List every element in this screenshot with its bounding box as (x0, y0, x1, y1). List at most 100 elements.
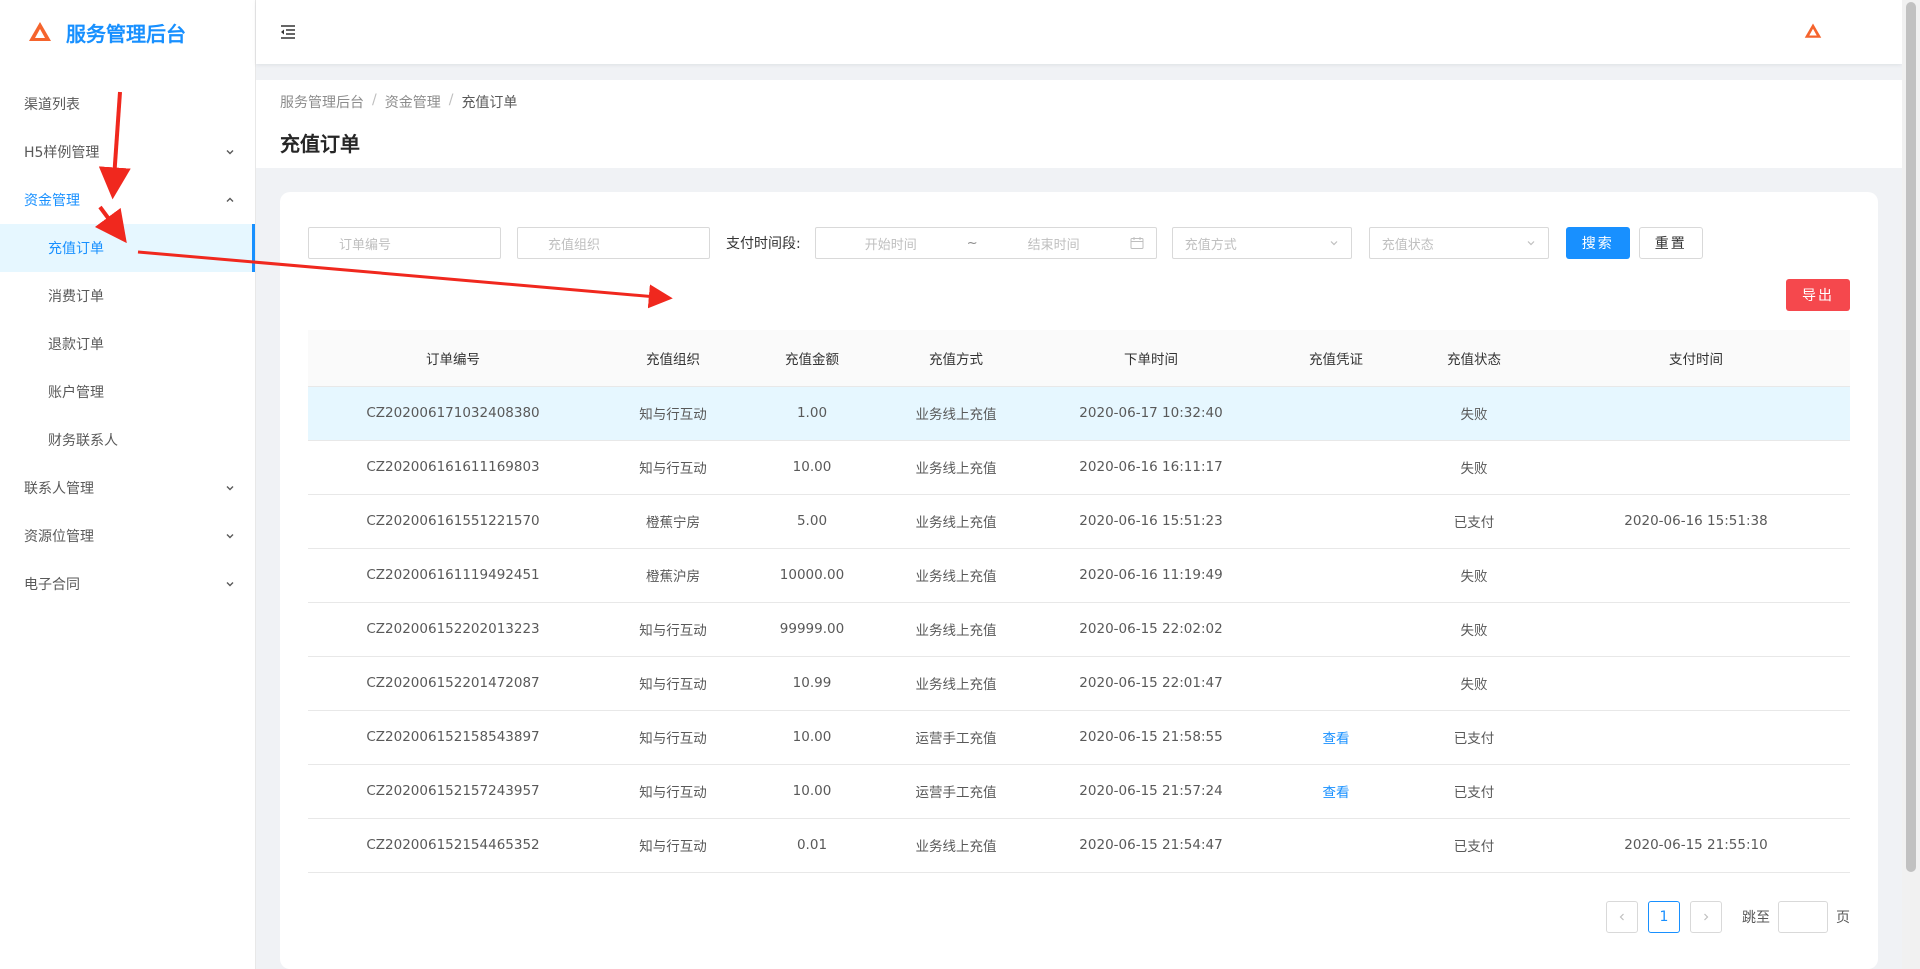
cell-order-number: CZ202006152201472087 (308, 656, 598, 711)
chevron-down-icon (1330, 241, 1338, 246)
column-header: 下单时间 (1036, 330, 1266, 387)
cell-status: 失败 (1406, 386, 1542, 441)
sidebar-item-contacts[interactable]: 联系人管理 (0, 464, 255, 512)
order-number-input[interactable]: 订单编号 (308, 227, 501, 259)
cell-amount: 10000.00 (748, 548, 876, 603)
export-button[interactable]: 导出 (1786, 279, 1850, 311)
cell-order-number: CZ202006152202013223 (308, 602, 598, 657)
pagination: 1 跳至 页 (1606, 901, 1850, 933)
cell-amount: 10.00 (748, 764, 876, 819)
recharge-status-placeholder: 充值状态 (1381, 237, 1434, 253)
column-header: 订单编号 (308, 330, 598, 387)
start-time-placeholder: 开始时间 (864, 237, 917, 253)
cell-pay-time (1542, 440, 1850, 495)
cell-pay-time (1542, 386, 1850, 441)
column-header: 充值方式 (876, 330, 1036, 387)
sidebar-item-resource-slots[interactable]: 资源位管理 (0, 512, 255, 560)
recharge-org-placeholder: 充值组织 (548, 237, 601, 253)
sidebar-item-label: 消费订单 (48, 289, 104, 305)
view-voucher-link[interactable]: 查看 (1323, 785, 1350, 801)
cell-order-time: 2020-06-15 21:58:55 (1036, 710, 1266, 765)
sidebar-item-label: 资源位管理 (24, 529, 94, 545)
breadcrumb-item-home[interactable]: 服务管理后台 (280, 92, 364, 112)
table-row[interactable]: CZ202006152201472087 知与行互动 10.99 业务线上充值 2020… (308, 656, 1850, 711)
cell-recharge-org: 知与行互动 (598, 602, 748, 657)
cell-status: 已支付 (1406, 494, 1542, 549)
sidebar-item-label: 退款订单 (48, 337, 104, 353)
sidebar-menu: 渠道列表 H5样例管理 资金管理 充值订单 消费订单 退款订单 账户管理 财务联… (0, 80, 255, 608)
table-row[interactable]: CZ202006152202013223 知与行互动 99999.00 业务线上充值 2… (308, 602, 1850, 657)
table-row[interactable]: CZ202006161119492451 橙蕉沪房 10000.00 业务线上充值 20… (308, 548, 1850, 603)
table-row[interactable]: CZ202006171032408380 知与行互动 1.00 业务线上充值 2020-… (308, 386, 1850, 441)
sidebar-item-h5-examples[interactable]: H5样例管理 (0, 128, 255, 176)
cell-pay-time (1542, 764, 1850, 819)
column-header: 充值组织 (598, 330, 748, 387)
cell-amount: 1.00 (748, 386, 876, 441)
page-header: 服务管理后台 / 资金管理 / 充值订单 充值订单 (256, 80, 1902, 168)
page-title: 充值订单 (280, 132, 360, 156)
sidebar-item-funds[interactable]: 资金管理 (0, 176, 255, 224)
chevron-down-icon (226, 534, 234, 539)
scrollbar-thumb[interactable] (1906, 2, 1916, 872)
search-button[interactable]: 搜索 (1565, 227, 1630, 259)
breadcrumb-separator: / (448, 92, 454, 108)
page-suffix-label: 页 (1836, 910, 1850, 926)
breadcrumb-separator: / (372, 92, 377, 108)
cell-order-number: CZ202006152158543897 (308, 710, 598, 765)
sidebar-item-label: 账户管理 (48, 385, 104, 401)
app-title: 服务管理后台 (66, 21, 186, 46)
recharge-org-input[interactable]: 充值组织 (517, 227, 710, 259)
menu-fold-icon[interactable] (278, 22, 298, 42)
sidebar-item-label: 充值订单 (48, 241, 104, 257)
sidebar-item-e-contracts[interactable]: 电子合同 (0, 560, 255, 608)
cell-method: 业务线上充值 (876, 602, 1036, 657)
user-logo-icon[interactable] (1804, 22, 1822, 40)
table-row[interactable]: CZ202006161611169803 知与行互动 10.00 业务线上充值 2020… (308, 440, 1850, 495)
cell-amount: 5.00 (748, 494, 876, 549)
recharge-status-select[interactable]: 充值状态 (1368, 227, 1549, 259)
breadcrumb-item-funds[interactable]: 资金管理 (385, 92, 441, 112)
sidebar-item-label: 电子合同 (24, 577, 80, 593)
table-row[interactable]: CZ202006152154465352 知与行互动 0.01 业务线上充值 2020-… (308, 818, 1850, 873)
sidebar-item-consume-orders[interactable]: 消费订单 (0, 272, 255, 320)
cell-status: 失败 (1406, 602, 1542, 657)
page-scrollbar[interactable] (1902, 0, 1920, 969)
cell-order-time: 2020-06-15 21:54:47 (1036, 818, 1266, 873)
pay-time-range-picker[interactable]: 开始时间 ~ 结束时间 (814, 227, 1157, 259)
cell-method: 业务线上充值 (876, 818, 1036, 873)
next-page-button[interactable] (1690, 901, 1722, 933)
recharge-method-placeholder: 充值方式 (1184, 237, 1237, 253)
sidebar-item-channel-list[interactable]: 渠道列表 (0, 80, 255, 128)
column-header: 充值凭证 (1266, 330, 1406, 387)
cell-recharge-org: 知与行互动 (598, 818, 748, 873)
prev-page-button[interactable] (1606, 901, 1638, 933)
cell-recharge-org: 知与行互动 (598, 656, 748, 711)
sidebar-item-finance-contacts[interactable]: 财务联系人 (0, 416, 255, 464)
cell-status: 失败 (1406, 440, 1542, 495)
view-voucher-link[interactable]: 查看 (1323, 731, 1350, 747)
table-row[interactable]: CZ202006161551221570 橙蕉宁房 5.00 业务线上充值 2020-0… (308, 494, 1850, 549)
sidebar-item-recharge-orders[interactable]: 充值订单 (0, 224, 255, 272)
chevron-up-icon (226, 197, 234, 202)
page-number-button[interactable]: 1 (1648, 901, 1680, 933)
recharge-method-select[interactable]: 充值方式 (1171, 227, 1352, 259)
cell-voucher (1266, 440, 1406, 495)
cell-pay-time (1542, 656, 1850, 711)
cell-method: 业务线上充值 (876, 548, 1036, 603)
cell-order-number: CZ202006161611169803 (308, 440, 598, 495)
chevron-down-icon (226, 486, 234, 491)
cell-amount: 10.00 (748, 440, 876, 495)
page-jump-input[interactable] (1778, 901, 1828, 933)
sidebar-item-accounts[interactable]: 账户管理 (0, 368, 255, 416)
table-row[interactable]: CZ202006152157243957 知与行互动 10.00 运营手工充值 2020… (308, 764, 1850, 819)
cell-order-time: 2020-06-17 10:32:40 (1036, 386, 1266, 441)
table-row[interactable]: CZ202006152158543897 知与行互动 10.00 运营手工充值 2020… (308, 710, 1850, 765)
app-logo[interactable]: 服务管理后台 (0, 0, 255, 64)
cell-voucher (1266, 818, 1406, 873)
column-header: 支付时间 (1542, 330, 1850, 387)
sidebar-item-refund-orders[interactable]: 退款订单 (0, 320, 255, 368)
cell-method: 运营手工充值 (876, 764, 1036, 819)
cell-voucher: 查看 (1266, 764, 1406, 819)
reset-button[interactable]: 重置 (1638, 227, 1703, 259)
page-jump: 跳至 页 (1742, 901, 1850, 933)
